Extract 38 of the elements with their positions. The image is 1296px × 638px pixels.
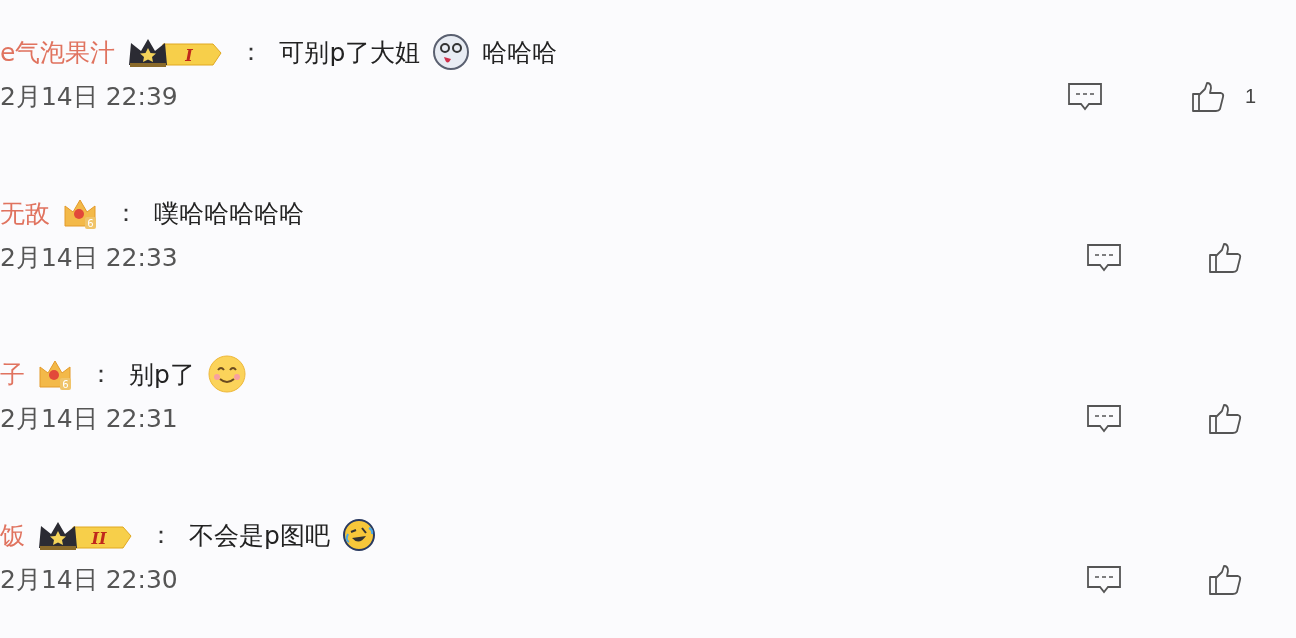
user-name[interactable]: 子 bbox=[0, 357, 25, 391]
comment-text: 可别p了大姐 bbox=[279, 36, 421, 69]
comment-text: 别p了 bbox=[129, 358, 195, 391]
thumbs-up-icon bbox=[1208, 241, 1242, 274]
colon: ： bbox=[149, 520, 173, 551]
comment-text: 哈哈哈 bbox=[482, 36, 558, 69]
comment-time: 2月14日 22:39 bbox=[0, 81, 179, 113]
user-name[interactable]: 饭 bbox=[0, 518, 25, 552]
user-name[interactable]: 无敌 bbox=[0, 196, 50, 230]
crown-level-badge: I bbox=[127, 35, 224, 69]
like-button[interactable]: 1 bbox=[1190, 80, 1256, 113]
reply-button[interactable] bbox=[1086, 242, 1122, 273]
comment-text: 不会是p图吧 bbox=[189, 519, 330, 552]
colon: ： bbox=[239, 37, 264, 68]
thumbs-up-icon bbox=[1208, 402, 1242, 435]
comment-icon bbox=[1086, 564, 1122, 595]
laughing-emoji-icon bbox=[341, 518, 376, 552]
smile-emoji-icon bbox=[206, 354, 247, 394]
comment-text: 噗哈哈哈哈哈 bbox=[154, 197, 304, 230]
thumbs-up-icon bbox=[1208, 563, 1242, 596]
comment-time: 2月14日 22:31 bbox=[0, 403, 179, 435]
comment-time: 2月14日 22:30 bbox=[0, 564, 179, 596]
comment-icon bbox=[1066, 81, 1103, 112]
thumbs-up-icon bbox=[1190, 80, 1225, 113]
like-button[interactable] bbox=[1208, 402, 1242, 435]
reply-button[interactable] bbox=[1086, 403, 1122, 434]
crown-level-badge: II bbox=[37, 518, 133, 552]
like-button[interactable] bbox=[1208, 241, 1242, 274]
comment-icon bbox=[1086, 242, 1122, 273]
like-button[interactable] bbox=[1208, 563, 1242, 596]
reply-button[interactable] bbox=[1086, 564, 1122, 595]
colon: ： bbox=[114, 198, 138, 229]
comment-time: 2月14日 22:33 bbox=[0, 242, 179, 274]
user-name[interactable]: e气泡果汁 bbox=[0, 35, 116, 69]
ghost-emoji-icon bbox=[432, 33, 471, 71]
colon: ： bbox=[89, 359, 113, 390]
reply-button[interactable] bbox=[1066, 81, 1103, 112]
comment-icon bbox=[1086, 403, 1122, 434]
